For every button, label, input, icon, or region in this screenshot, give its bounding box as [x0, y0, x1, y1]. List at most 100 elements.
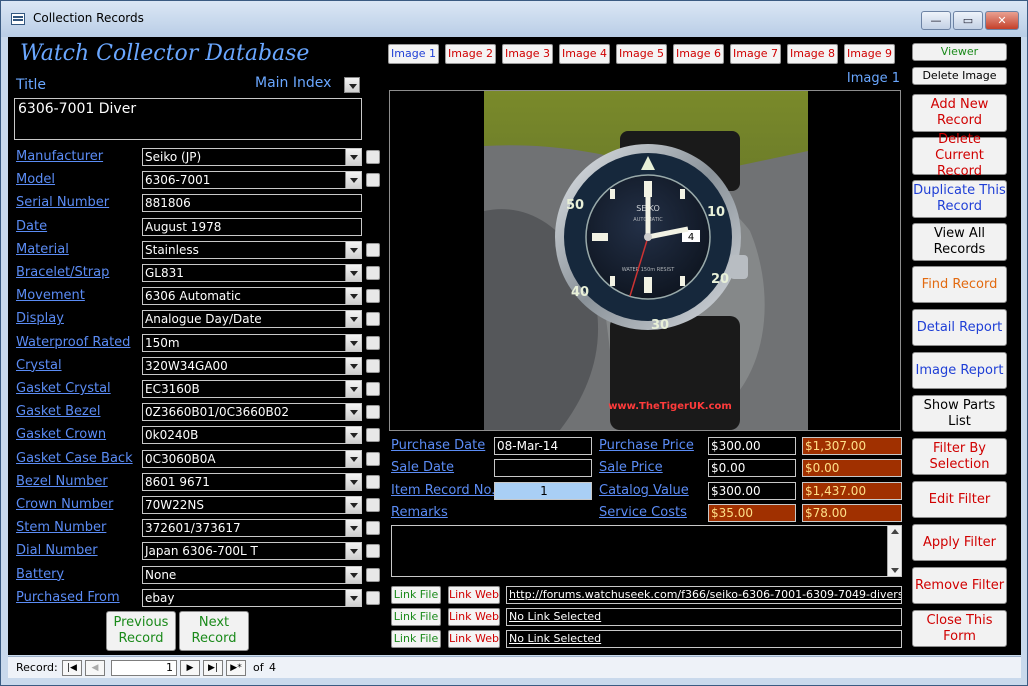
current-record-input[interactable]: 1	[111, 660, 177, 676]
crystal-label[interactable]: Crystal	[16, 358, 62, 373]
chevron-down-icon[interactable]	[345, 473, 361, 490]
sale-date-field[interactable]	[494, 459, 592, 477]
link-file-button[interactable]: Link File	[391, 630, 441, 648]
display-label[interactable]: Display	[16, 311, 64, 326]
link-file-button[interactable]: Link File	[391, 608, 441, 626]
first-record-icon[interactable]: |◀	[62, 660, 82, 676]
purchased-from-checkbox[interactable]	[366, 590, 380, 605]
link-url-field[interactable]: No Link Selected	[506, 608, 902, 626]
manufacturer-checkbox[interactable]	[366, 150, 380, 164]
image-tab-4[interactable]: Image 4	[559, 44, 610, 64]
link-url-field[interactable]: http://forums.watchuseek.com/f366/seiko-…	[506, 586, 902, 604]
movement-combo[interactable]: 6306 Automatic	[142, 287, 362, 306]
chevron-down-icon[interactable]	[345, 288, 361, 305]
bezel-number-label[interactable]: Bezel Number	[16, 474, 108, 489]
previous-record-button[interactable]: Previous Record	[106, 611, 176, 651]
filter-by-selection-button[interactable]: Filter By Selection	[912, 438, 1007, 475]
service-costs-field[interactable]: $35.00	[708, 504, 796, 522]
crystal-checkbox[interactable]	[366, 358, 380, 373]
edit-filter-button[interactable]: Edit Filter	[912, 481, 1007, 518]
material-label[interactable]: Material	[16, 242, 69, 257]
waterproof-rated-label[interactable]: Waterproof Rated	[16, 335, 130, 350]
movement-label[interactable]: Movement	[16, 288, 85, 303]
item-record-field[interactable]: 1	[494, 482, 592, 500]
minimize-button[interactable]: —	[921, 11, 951, 30]
gasket-crown-label[interactable]: Gasket Crown	[16, 427, 106, 442]
gasket-case-back-checkbox[interactable]	[366, 451, 380, 466]
add-new-record-button[interactable]: Add New Record	[912, 94, 1007, 132]
gasket-crown-combo[interactable]: 0k0240B	[142, 426, 362, 445]
purchased-from-combo[interactable]: ebay	[142, 588, 362, 607]
apply-filter-button[interactable]: Apply Filter	[912, 524, 1007, 561]
display-combo[interactable]: Analogue Day/Date	[142, 310, 362, 329]
chevron-down-icon[interactable]	[345, 543, 361, 560]
sale-price-alt-field[interactable]: $0.00	[802, 459, 902, 477]
chevron-down-icon[interactable]	[345, 520, 361, 537]
image-tab-9[interactable]: Image 9	[844, 44, 895, 64]
prev-record-icon[interactable]: ◀	[85, 660, 105, 676]
gasket-crystal-combo[interactable]: EC3160B	[142, 380, 362, 398]
gasket-case-back-combo[interactable]: 0C3060B0A	[142, 449, 362, 468]
model-label[interactable]: Model	[16, 172, 55, 187]
new-record-icon[interactable]: ▶*	[226, 660, 246, 676]
date-input[interactable]: August 1978	[142, 217, 362, 236]
purchase-date-field[interactable]: 08-Mar-14	[494, 437, 592, 455]
viewer-button[interactable]: Viewer	[912, 43, 1007, 61]
find-record-button[interactable]: Find Record	[912, 266, 1007, 303]
stem-number-label[interactable]: Stem Number	[16, 520, 106, 535]
purchase-price-alt-field[interactable]: $1,307.00	[802, 437, 902, 455]
next-record-button[interactable]: Next Record	[179, 611, 249, 651]
chevron-down-icon[interactable]	[345, 566, 361, 583]
dial-number-combo[interactable]: Japan 6306-700L T	[142, 542, 362, 561]
link-url-field[interactable]: No Link Selected	[506, 630, 902, 648]
close-this-form-button[interactable]: Close This Form	[912, 610, 1007, 647]
image-tab-5[interactable]: Image 5	[616, 44, 667, 64]
gasket-crown-checkbox[interactable]	[366, 428, 380, 443]
gasket-bezel-combo[interactable]: 0Z3660B01/0C3660B02	[142, 403, 362, 422]
title-input[interactable]: 6306-7001 Diver	[14, 98, 362, 140]
chevron-down-icon[interactable]	[345, 334, 361, 351]
link-file-button[interactable]: Link File	[391, 586, 441, 604]
purchase-price-field[interactable]: $300.00	[708, 437, 796, 455]
chevron-down-icon[interactable]	[345, 427, 361, 444]
battery-label[interactable]: Battery	[16, 567, 64, 582]
close-window-button[interactable]: ✕	[985, 11, 1019, 30]
date-label[interactable]: Date	[16, 219, 47, 234]
link-web-button[interactable]: Link Web	[448, 608, 500, 626]
duplicate-this-record-button[interactable]: Duplicate This Record	[912, 180, 1007, 218]
scroll-up-icon[interactable]	[891, 529, 899, 534]
maximize-button[interactable]: ▭	[953, 11, 983, 30]
chevron-down-icon[interactable]	[345, 381, 361, 397]
bezel-number-checkbox[interactable]	[366, 474, 380, 489]
stem-number-checkbox[interactable]	[366, 521, 380, 536]
delete-image-button[interactable]: Delete Image	[912, 67, 1007, 85]
chevron-down-icon[interactable]	[345, 311, 361, 328]
catalog-value-field[interactable]: $300.00	[708, 482, 796, 500]
sale-price-field[interactable]: $0.00	[708, 459, 796, 477]
model-combo[interactable]: 6306-7001	[142, 171, 362, 190]
remove-filter-button[interactable]: Remove Filter	[912, 567, 1007, 604]
chevron-down-icon[interactable]	[345, 172, 361, 189]
material-checkbox[interactable]	[366, 242, 380, 257]
scroll-down-icon[interactable]	[891, 568, 899, 573]
chevron-down-icon[interactable]	[345, 265, 361, 281]
chevron-down-icon[interactable]	[345, 450, 361, 467]
remarks-scrollbar[interactable]	[887, 526, 901, 576]
show-parts-list-button[interactable]: Show Parts List	[912, 395, 1007, 432]
bracelet-strap-combo[interactable]: GL831	[142, 264, 362, 282]
manufacturer-label[interactable]: Manufacturer	[16, 149, 103, 164]
gasket-case-back-label[interactable]: Gasket Case Back	[16, 451, 133, 466]
image-tab-3[interactable]: Image 3	[502, 44, 553, 64]
chevron-down-icon[interactable]	[345, 357, 361, 374]
gasket-crystal-label[interactable]: Gasket Crystal	[16, 381, 111, 396]
gasket-crystal-checkbox[interactable]	[366, 382, 380, 396]
chevron-down-icon[interactable]	[345, 404, 361, 421]
chevron-down-icon[interactable]	[345, 497, 361, 513]
delete-current-record-button[interactable]: Delete Current Record	[912, 132, 1007, 179]
image-viewer[interactable]: 10 20 30 40 50 4 SEIKO AUTOMATIC WATER	[389, 90, 901, 431]
battery-combo[interactable]: None	[142, 565, 362, 584]
crown-number-label[interactable]: Crown Number	[16, 497, 113, 512]
material-combo[interactable]: Stainless	[142, 240, 362, 259]
view-all-records-button[interactable]: View All Records	[912, 223, 1007, 261]
image-tab-6[interactable]: Image 6	[673, 44, 724, 64]
